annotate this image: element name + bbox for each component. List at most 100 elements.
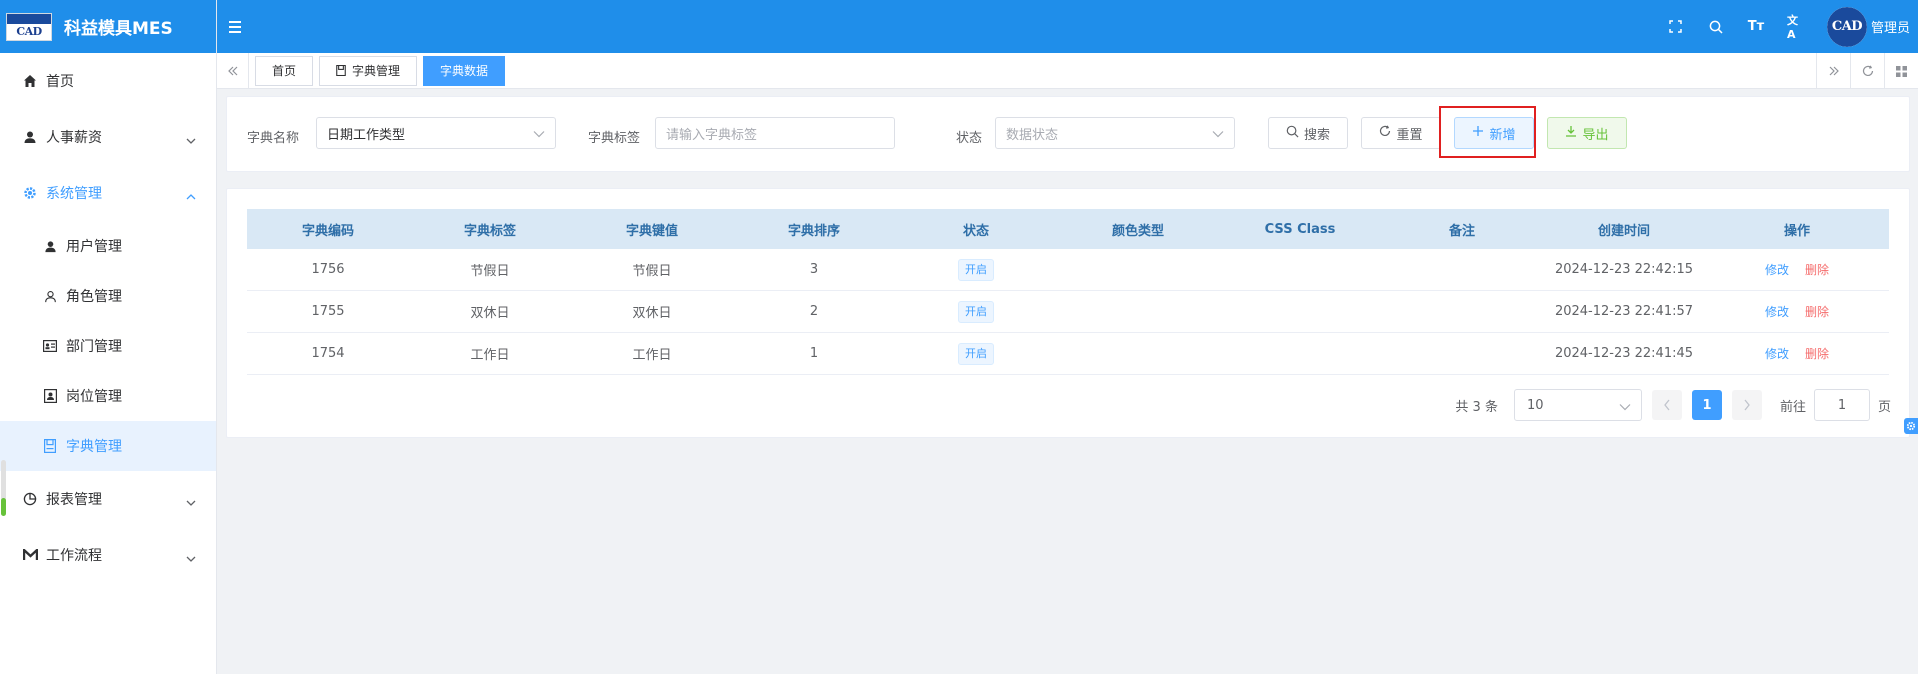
reset-button[interactable]: 重置 [1361,117,1441,149]
chevron-down-icon [186,495,196,511]
translate-icon[interactable]: 文A [1787,14,1805,41]
edit-link[interactable]: 修改 [1765,305,1789,319]
sidebar-item-label: 字典管理 [66,439,122,455]
chevron-down-icon [533,127,545,142]
app-title: 科益模具MES [64,19,173,39]
cell-value: 双休日 [632,306,672,321]
avatar: CAD [1826,6,1867,47]
sidebar-item-label: 工作流程 [46,548,102,564]
status-select[interactable]: 数据状态 [995,117,1235,149]
sidebar-item-users[interactable]: 用户管理 [0,221,216,271]
sidebar-item-label: 报表管理 [46,492,102,508]
user-name: 管理员 [1870,21,1910,36]
plus-icon [1472,125,1484,141]
search-button-label: 搜索 [1303,127,1330,143]
delete-link[interactable]: 删除 [1805,263,1829,277]
tab-dictionary-management[interactable]: 字典管理 [319,55,418,86]
dict-label-label: 字典标签 [588,131,641,146]
chevron-down-icon [186,133,196,149]
table-row: 1754 工作日 工作日 1 开启 2024-12-23 22:41:45 修改… [247,333,1889,375]
pagination: 共 3 条 10 1 前往 页 [1455,389,1891,421]
sidebar-item-departments[interactable]: 部门管理 [0,321,216,371]
cell-sort: 2 [809,304,819,319]
column-header: 备注 [1448,223,1475,239]
export-button-label: 导出 [1582,127,1609,143]
cell-actions: 修改 删除 [1705,261,1889,278]
page-unit-label: 页 [1877,399,1891,415]
sidebar-item-home[interactable]: 首页 [0,53,216,109]
page-number-button[interactable]: 1 [1691,390,1722,420]
fullscreen-icon[interactable] [1667,18,1685,36]
cell-value: 节假日 [632,264,672,279]
search-button[interactable]: 搜索 [1268,117,1348,149]
search-icon [1286,125,1299,142]
sidebar-item-positions[interactable]: 岗位管理 [0,371,216,421]
flow-icon [22,547,38,563]
scroll-right-icon[interactable] [1816,53,1850,89]
user-menu[interactable]: CAD 管理员 [1826,6,1910,47]
sidebar: CAD 科益模具MES 首页 人事薪资 系统管理 用户管理 角色管理 部门管理 … [0,0,217,674]
edit-link[interactable]: 修改 [1765,347,1789,361]
scroll-left-icon[interactable] [217,52,249,89]
add-button-label: 新增 [1489,127,1516,143]
tab-label: 首页 [272,64,297,78]
status-badge: 开启 [958,258,994,281]
cell-value: 工作日 [632,348,672,363]
cell-created: 2024-12-23 22:41:57 [1554,304,1694,319]
dict-name-select[interactable]: 日期工作类型 [316,117,556,149]
tags-view: 首页 字典管理 字典数据 [217,52,1918,89]
avatar-text: CAD [1826,6,1867,47]
page-size-select[interactable]: 10 [1513,389,1642,421]
cell-status: 开启 [895,300,1057,323]
cell-label: 节假日 [470,264,510,279]
goto-page-input[interactable] [1813,389,1870,421]
sidebar-item-label: 用户管理 [66,239,122,255]
tab-home[interactable]: 首页 [255,55,314,86]
font-size-icon[interactable]: Tт [1747,18,1765,36]
badge-icon [42,388,58,404]
cell-label: 工作日 [470,348,510,363]
grid-menu-icon[interactable] [1884,53,1918,89]
hamburger-menu-icon[interactable] [229,18,247,36]
reset-button-label: 重置 [1396,127,1423,143]
dict-label-input[interactable]: 请输入字典标签 [655,117,895,149]
search-form: 字典名称 日期工作类型 字典标签 请输入字典标签 状态 数据状态 搜索 重置 新… [226,96,1910,172]
sidebar-item-system[interactable]: 系统管理 [0,165,216,221]
edit-link[interactable]: 修改 [1765,263,1789,277]
home-icon [22,73,38,89]
sidebar-item-roles[interactable]: 角色管理 [0,271,216,321]
sidebar-item-dictionary[interactable]: 字典管理 [0,421,216,471]
sidebar-item-workflow[interactable]: 工作流程 [0,527,216,583]
user-outline-icon [42,288,58,304]
column-header: 字典键值 [625,223,678,239]
status-badge: 开启 [958,300,994,323]
export-button[interactable]: 导出 [1547,117,1627,149]
settings-gear-icon[interactable] [1904,418,1918,434]
cell-label: 双休日 [470,306,510,321]
logo-bar: CAD 科益模具MES [0,0,216,53]
cell-created: 2024-12-23 22:42:15 [1554,262,1694,277]
sidebar-item-reports[interactable]: 报表管理 [0,471,216,527]
prev-page-button[interactable] [1651,390,1682,420]
sidebar-item-hr-salary[interactable]: 人事薪资 [0,109,216,165]
delete-link[interactable]: 删除 [1805,305,1829,319]
user-icon [22,129,38,145]
cell-actions: 修改 删除 [1705,303,1889,320]
add-button[interactable]: 新增 [1454,117,1534,149]
tab-label: 字典数据 [440,64,489,78]
book-icon [42,438,58,454]
column-header: 字典标签 [463,223,516,239]
delete-link[interactable]: 删除 [1805,347,1829,361]
cell-code: 1754 [311,346,345,361]
header-actions: Tт 文A CAD 管理员 [1667,0,1910,53]
search-icon[interactable] [1707,18,1725,36]
book-icon [336,65,346,76]
column-header: 创建时间 [1597,223,1650,239]
next-page-button[interactable] [1731,390,1762,420]
tab-dictionary-data[interactable]: 字典数据 [423,55,506,86]
dict-name-value: 日期工作类型 [327,127,406,143]
column-header: 颜色类型 [1111,223,1164,239]
dict-label-placeholder: 请输入字典标签 [666,127,758,143]
refresh-icon[interactable] [1850,53,1884,89]
sidebar-scrollbar[interactable] [1,460,6,516]
